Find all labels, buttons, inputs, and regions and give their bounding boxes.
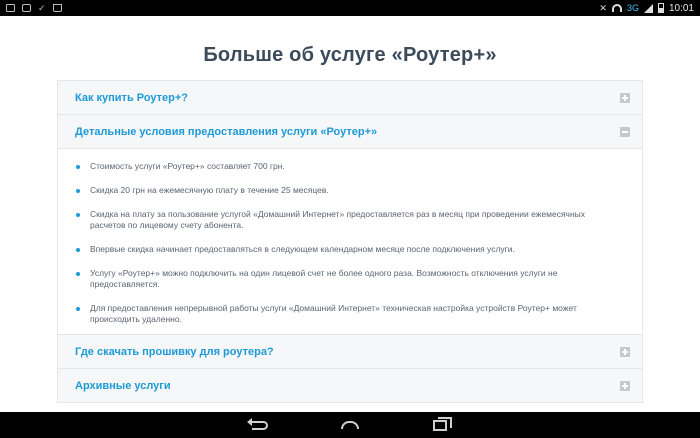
check-icon: ✓ [38,3,46,13]
accordion-item-title[interactable]: Где скачать прошивку для роутера? [75,346,274,358]
accordion-item-title[interactable]: Как купить Роутер+? [75,92,188,104]
accordion-item-content: Стоимость услуги «Роутер+» составляет 70… [58,149,642,335]
expand-icon[interactable] [620,346,630,357]
youtube-icon [22,4,31,12]
page-title: Больше об услуге «Роутер+» [203,44,497,66]
faq-accordion: Как купить Роутер+? Детальные условия пр… [57,80,643,403]
list-item: Скидка на плату за пользование услугой «… [75,209,612,231]
system-icons: ✕ 3G 10:01 [599,3,694,14]
mute-icon: ✕ [599,2,607,13]
navigation-bar [0,412,700,438]
accordion-item-title[interactable]: Архивные услуги [75,380,171,392]
expand-icon[interactable] [620,380,630,391]
back-button[interactable] [247,417,271,432]
list-item: Впервые скидка начинает предоставляться … [75,244,612,255]
bag-icon [52,4,62,12]
battery-icon [657,3,664,13]
page-content: Больше об услуге «Роутер+» Как купить Ро… [0,16,700,412]
recent-apps-icon [433,416,452,431]
screen: ✓ ✕ 3G 10:01 Больше об услуге «Роутер+» … [0,0,700,438]
home-button[interactable] [339,418,361,432]
wifi-icon [611,4,622,12]
status-bar: ✓ ✕ 3G 10:01 [0,0,700,16]
list-item: Услугу «Роутер+» можно подключить на оди… [75,268,612,290]
list-item: Стоимость услуги «Роутер+» составляет 70… [75,161,612,172]
clock: 10:01 [668,2,694,14]
list-item: Скидка 20 грн на ежемесячную плату в теч… [75,185,612,196]
accordion-item-archive[interactable]: Архивные услуги [58,369,642,403]
expand-icon[interactable] [620,92,630,103]
accordion-item-title[interactable]: Детальные условия предоставления услуги … [75,126,377,138]
notification-icons: ✓ [6,3,62,13]
accordion-item-detailed-conditions[interactable]: Детальные условия предоставления услуги … [58,115,642,149]
conditions-list: Стоимость услуги «Роутер+» составляет 70… [75,161,612,325]
recent-apps-button[interactable] [429,416,452,432]
email-icon [6,4,15,12]
back-icon [247,417,268,430]
home-icon [341,421,359,429]
accordion-item-how-to-buy[interactable]: Как купить Роутер+? [58,81,642,115]
signal-icon [643,3,653,13]
accordion-item-firmware[interactable]: Где скачать прошивку для роутера? [58,335,642,369]
list-item: Для предоставления непрерывной работы ус… [75,303,612,325]
collapse-icon[interactable] [620,126,630,137]
network-type: 3G [626,3,639,13]
